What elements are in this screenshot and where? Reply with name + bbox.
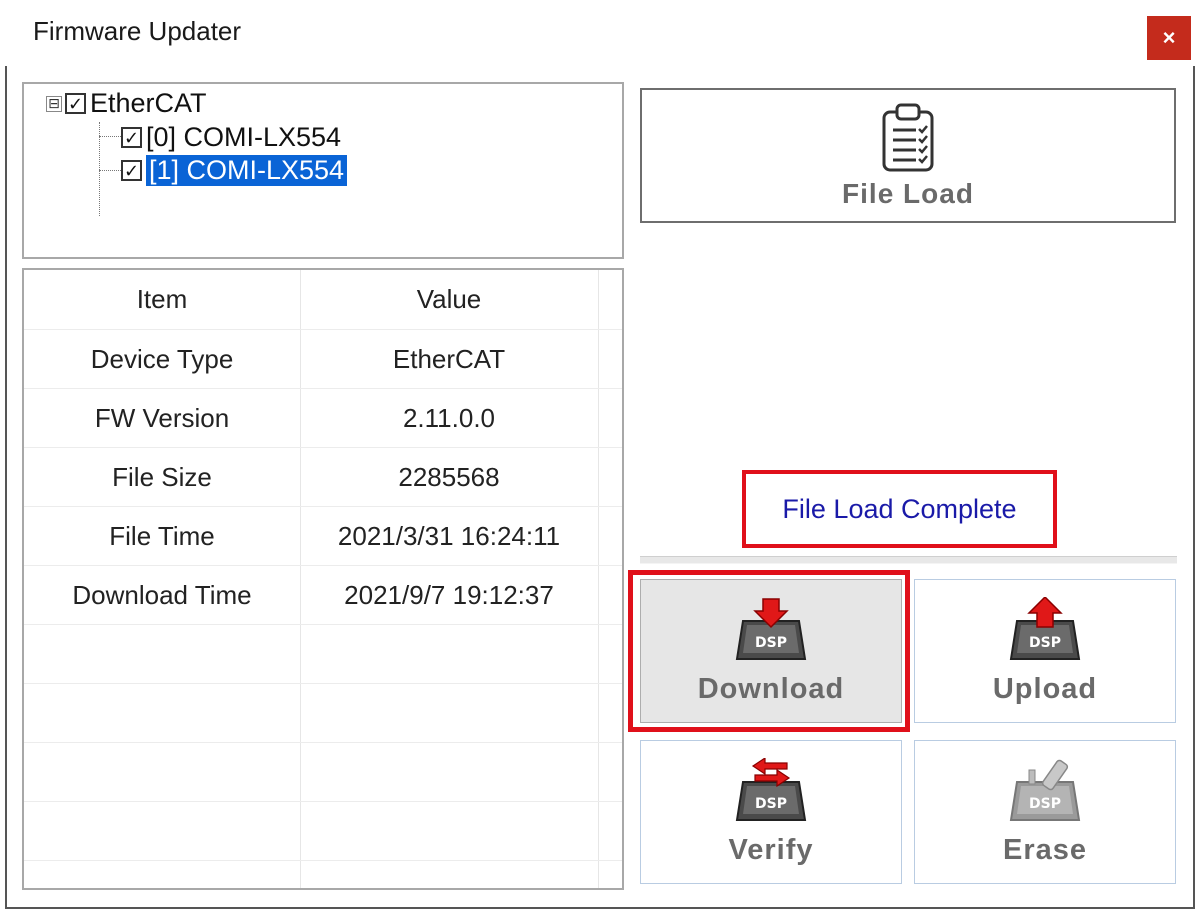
chip-text: DSP <box>755 635 787 651</box>
check-icon: ✓ <box>123 160 140 181</box>
upload-label: Upload <box>992 672 1098 705</box>
download-button[interactable]: DSP Download <box>640 579 902 723</box>
table-row: File Time 2021/3/31 16:24:11 <box>24 507 622 566</box>
collapse-icon[interactable]: ⊟ <box>46 95 62 112</box>
status-highlight: File Load Complete <box>742 470 1057 548</box>
column-header-value[interactable]: Value <box>300 270 598 329</box>
clipboard-icon <box>882 103 934 171</box>
tree-item-device-0[interactable]: ✓ [0] COMI-LX554 <box>121 122 341 153</box>
device-tree[interactable]: ⊟ ✓ EtherCAT ✓ [0] COMI-LX554 ✓ [1] COMI… <box>22 82 624 259</box>
close-icon: × <box>1162 25 1176 50</box>
cell-item: Device Type <box>90 343 234 374</box>
checkbox-device-0[interactable]: ✓ <box>121 127 142 148</box>
download-dsp-icon: DSP <box>735 597 807 660</box>
cell-item: File Size <box>112 461 212 492</box>
table-row-empty <box>24 684 622 743</box>
cell-item: FW Version <box>94 402 230 433</box>
checkbox-device-1[interactable]: ✓ <box>121 160 142 181</box>
tree-item-label: [0] COMI-LX554 <box>146 122 342 152</box>
upload-dsp-icon: DSP <box>1009 596 1081 660</box>
table-row: FW Version 2.11.0.0 <box>24 389 622 448</box>
check-icon: ✓ <box>123 127 140 148</box>
chip-text: DSP <box>1029 635 1061 651</box>
table-row: Device Type EtherCAT <box>24 330 622 389</box>
cell-value: 2285568 <box>398 461 500 492</box>
tree-item-label: EtherCAT <box>90 88 207 118</box>
checkbox-ethercat[interactable]: ✓ <box>65 93 86 114</box>
chip-text: DSP <box>1029 796 1061 812</box>
table-row: Download Time 2021/9/7 19:12:37 <box>24 566 622 625</box>
erase-label: Erase <box>1002 833 1087 866</box>
cell-value: 2021/9/7 19:12:37 <box>344 579 554 610</box>
window-title: Firmware Updater <box>33 16 242 46</box>
cell-item: File Time <box>109 520 215 551</box>
tree-connector <box>99 136 121 137</box>
tree-item-label-selected: [1] COMI-LX554 <box>146 155 348 186</box>
table-row-empty <box>24 743 622 802</box>
table-row: File Size 2285568 <box>24 448 622 507</box>
cell-value: 2.11.0.0 <box>402 402 496 433</box>
close-button[interactable]: × <box>1147 16 1191 60</box>
file-load-button[interactable]: File Load <box>640 88 1176 223</box>
table-header: Item Value <box>24 270 622 330</box>
erase-dsp-icon: DSP <box>1009 759 1081 821</box>
check-icon: ✓ <box>67 93 84 114</box>
cell-value: 2021/3/31 16:24:11 <box>337 520 561 551</box>
download-label: Download <box>697 672 845 705</box>
cell-value: EtherCAT <box>392 343 506 374</box>
verify-label: Verify <box>728 833 814 866</box>
upload-button[interactable]: DSP Upload <box>914 579 1176 723</box>
verify-button[interactable]: DSP Verify <box>640 740 902 884</box>
table-row-empty <box>24 625 622 684</box>
cell-item: Download Time <box>72 579 252 610</box>
file-load-label: File Load <box>842 177 974 209</box>
erase-button[interactable]: DSP Erase <box>914 740 1176 884</box>
tree-connector <box>99 170 121 171</box>
progress-bar <box>640 556 1177 564</box>
title-bar: Firmware Updater × <box>0 0 1197 66</box>
tree-item-ethercat[interactable]: ⊟ ✓ EtherCAT <box>46 88 207 119</box>
table-row-empty <box>24 802 622 861</box>
chip-text: DSP <box>755 796 787 812</box>
info-table: Item Value Device Type EtherCAT FW Versi… <box>22 268 624 890</box>
status-message: File Load Complete <box>782 493 1017 524</box>
verify-dsp-icon: DSP <box>735 757 807 821</box>
tree-item-device-1[interactable]: ✓ [1] COMI-LX554 <box>121 155 348 186</box>
column-header-item[interactable]: Item <box>24 270 300 329</box>
